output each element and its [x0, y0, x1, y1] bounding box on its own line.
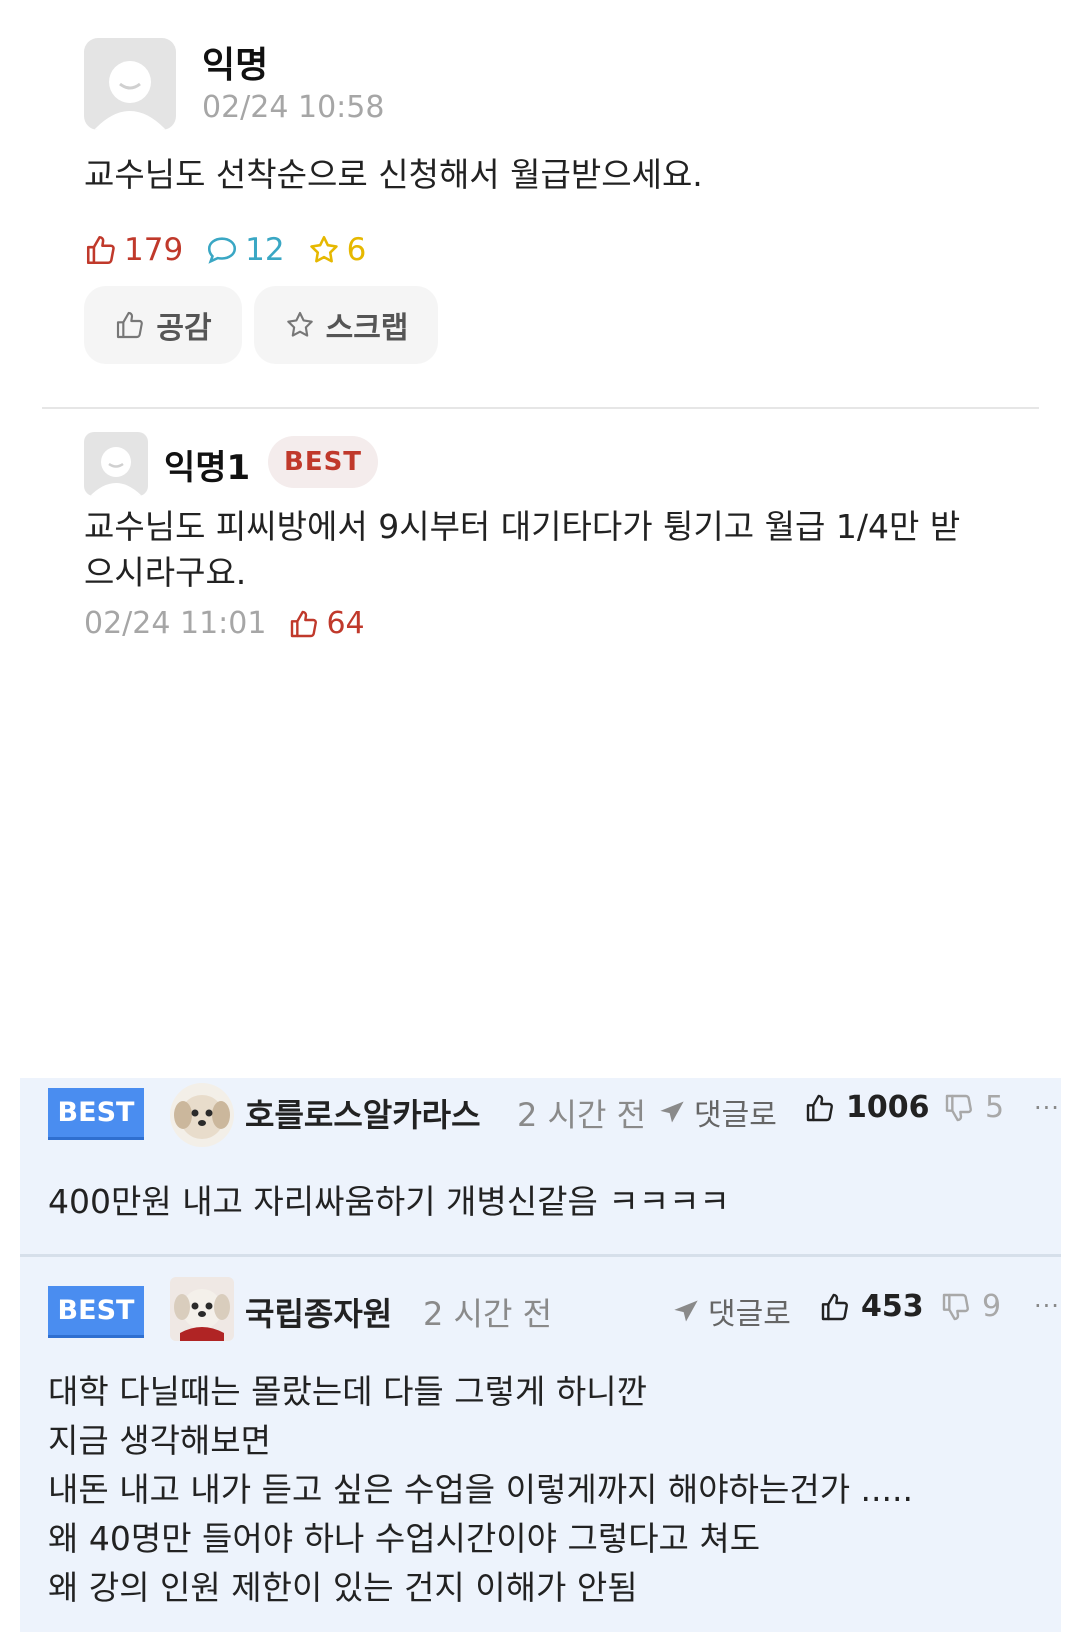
downvote-button[interactable]: 9 [940, 1289, 1001, 1324]
comment-like-count: 64 [326, 606, 365, 641]
dog-avatar[interactable] [170, 1277, 234, 1341]
upvote-button[interactable]: 1006 [804, 1090, 930, 1125]
thumbs-up-icon [291, 610, 318, 637]
scrap-count-value: 6 [346, 232, 367, 268]
comment-count-value: 12 [245, 232, 285, 268]
scrap-button[interactable]: 스크랩 [254, 286, 438, 364]
comment-text: 400만원 내고 자리싸움하기 개병신같음 ㅋㅋㅋㅋ [48, 1182, 730, 1221]
comment-time: 2 시간 전 [423, 1295, 553, 1333]
thumbs-up-icon [806, 1094, 833, 1121]
reply-button-label: 댓글로 [694, 1098, 777, 1133]
comment-text-line: 내돈 내고 내가 듣고 싶은 수업을 이렇게까지 해야하는건가 ..... [48, 1470, 914, 1509]
thumbs-down-icon [942, 1293, 969, 1320]
reply-button[interactable]: 댓글로 [658, 1090, 777, 1134]
divider [42, 407, 1039, 409]
comment-count: 12 [205, 232, 285, 268]
post-date: 02/24 10:58 [202, 90, 385, 125]
reply-arrow-icon [674, 1300, 698, 1322]
downvote-count: 5 [985, 1090, 1005, 1125]
post-stats: 179 12 6 [84, 232, 388, 268]
star-icon [309, 235, 338, 263]
best-badge: BEST [48, 1286, 144, 1338]
post-body: 교수님도 선착순으로 신청해서 월급받으세요. [84, 155, 703, 194]
comment-like[interactable]: 64 [288, 606, 365, 641]
reply-button[interactable]: 댓글로 [672, 1289, 791, 1333]
speech-bubble-icon [208, 237, 237, 264]
downvote-button[interactable]: 5 [943, 1090, 1004, 1125]
scrap-button-label: 스크랩 [325, 311, 409, 346]
comment-time: 2 시간 전 [517, 1096, 647, 1134]
more-options-button[interactable]: ··· [1034, 1292, 1060, 1320]
comment-author-name: 익명1 [164, 448, 251, 488]
thumbs-up-icon [86, 235, 115, 265]
star-icon [286, 311, 313, 337]
reply-button-label: 댓글로 [708, 1297, 791, 1332]
like-count: 179 [84, 232, 183, 268]
commenter-name[interactable]: 호를로스알카라스 [245, 1090, 481, 1136]
reply-arrow-icon [660, 1101, 684, 1123]
comment-text-line: 왜 강의 인원 제한이 있는 건지 이해가 안됨 [48, 1568, 638, 1607]
comment-body: 교수님도 피씨방에서 9시부터 대기타다가 튕기고 월급 1/4만 받으시라구요… [84, 507, 961, 592]
thumbs-down-icon [945, 1094, 972, 1121]
upvote-count: 1006 [846, 1090, 930, 1125]
upvote-button[interactable]: 453 [819, 1289, 924, 1324]
comment-avatar[interactable] [84, 432, 148, 496]
comment-meta: 02/24 11:01 64 [84, 606, 365, 641]
comment-text-line: 지금 생각해보면 [48, 1421, 272, 1460]
best-badge: BEST [268, 436, 379, 488]
post-author-name: 익명 [202, 45, 269, 86]
like-button[interactable]: 공감 [84, 286, 242, 364]
upvote-count: 453 [861, 1289, 924, 1324]
thumbs-up-icon [821, 1293, 848, 1320]
downvote-count: 9 [982, 1289, 1002, 1324]
like-count-value: 179 [124, 232, 184, 268]
comment-text-line: 왜 40명만 들어야 하나 수업시간이야 그렇다고 쳐도 [48, 1519, 761, 1558]
comment-text-line: 대학 다닐때는 몰랐는데 다들 그렇게 하니깐 [48, 1372, 647, 1411]
more-options-button[interactable]: ··· [1034, 1094, 1060, 1122]
dog-avatar[interactable] [170, 1083, 234, 1147]
scrap-count: 6 [307, 232, 367, 268]
commenter-name[interactable]: 국립종자원 [245, 1289, 392, 1335]
best-badge: BEST [48, 1088, 144, 1140]
author-avatar[interactable] [84, 38, 176, 130]
thumbs-up-icon [117, 311, 144, 339]
comment-text: 대학 다닐때는 몰랐는데 다들 그렇게 하니깐 지금 생각해보면 내돈 내고 내… [48, 1367, 913, 1612]
comment-date: 02/24 11:01 [84, 606, 267, 641]
like-button-label: 공감 [156, 311, 212, 346]
